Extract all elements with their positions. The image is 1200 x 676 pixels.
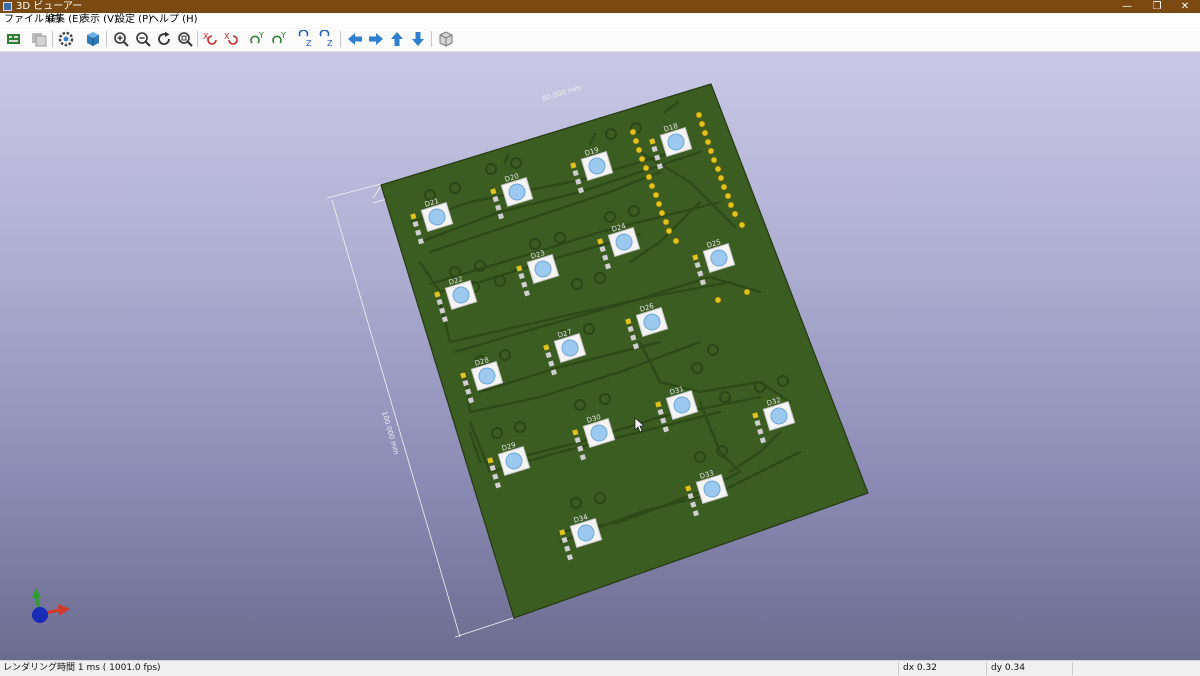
width-dimension-label: 80.000 mm — [541, 84, 582, 103]
rotate-x-ccw-button[interactable]: X — [222, 29, 242, 49]
toolbar-separator — [431, 31, 432, 47]
rotate-z-ccw-icon: Z — [319, 30, 333, 48]
rotate-y-cw-icon: Y — [250, 31, 264, 44]
rotate-y-cw-button[interactable]: Y — [248, 29, 268, 49]
move-left-button[interactable] — [345, 29, 365, 49]
status-bar: レンダリング時間 1 ms ( 1001.0 fps) dx 0.32 dy 0… — [0, 660, 1200, 676]
window-title: 3D ビューアー — [16, 1, 83, 12]
status-divider — [1072, 662, 1073, 675]
move-down-icon — [412, 32, 424, 46]
render-options-icon — [58, 31, 74, 47]
reload-board-icon — [7, 34, 20, 44]
menu-view[interactable]: 表示 (V) — [80, 13, 118, 27]
redraw-button[interactable] — [154, 29, 174, 49]
move-down-button[interactable] — [408, 29, 428, 49]
svg-text:Z: Z — [306, 39, 312, 48]
dx-readout: dx 0.32 — [903, 663, 937, 673]
menu-bar: ファイル (F) 編集 (E) 表示 (V) 設定 (P) ヘルプ (H) — [0, 13, 1200, 27]
status-divider — [898, 662, 899, 675]
zoom-out-button[interactable] — [133, 29, 153, 49]
menu-preferences[interactable]: 設定 (P) — [115, 13, 152, 27]
zoom-in-icon — [114, 32, 129, 47]
rotate-x-cw-button[interactable]: X — [201, 29, 221, 49]
toolbar-separator — [52, 31, 53, 47]
svg-text:X: X — [224, 32, 230, 41]
3d-box-button[interactable] — [83, 29, 103, 49]
rotate-z-ccw-button[interactable]: Z — [317, 29, 337, 49]
toolbar-separator — [340, 31, 341, 47]
restore-button[interactable]: ❐ — [1142, 0, 1172, 13]
menu-edit[interactable]: 編集 (E) — [45, 13, 82, 27]
copy-image-icon — [32, 33, 47, 47]
app-icon — [3, 2, 12, 11]
move-left-icon — [348, 33, 362, 45]
move-up-icon — [391, 32, 403, 46]
rotate-z-cw-icon: Z — [298, 30, 312, 48]
pcb-scene: 80.000 mm 100.000 mm D18D19D20D21D22D23D… — [32, 83, 869, 638]
copy-image-button[interactable] — [29, 29, 49, 49]
reload-board-button[interactable] — [4, 29, 24, 49]
orthographic-icon — [439, 31, 453, 47]
minimize-button[interactable]: — — [1112, 0, 1142, 13]
close-button[interactable]: ✕ — [1170, 0, 1200, 13]
3d-box-icon — [87, 32, 99, 46]
svg-text:Z: Z — [327, 39, 333, 48]
rotate-x-ccw-icon: X — [224, 32, 238, 45]
3d-viewport[interactable]: 80.000 mm 100.000 mm D18 D19 D20 D21 D22… — [0, 52, 1200, 660]
rotate-x-cw-icon: X — [203, 32, 217, 45]
status-divider — [986, 662, 987, 675]
move-right-icon — [369, 33, 383, 45]
rotate-y-ccw-icon: Y — [272, 31, 286, 44]
toolbar-separator — [197, 31, 198, 47]
redraw-icon — [158, 31, 170, 45]
render-time-text: レンダリング時間 1 ms ( 1001.0 fps) — [3, 663, 161, 673]
axis-gizmo-icon — [32, 588, 70, 623]
menu-help[interactable]: ヘルプ (H) — [149, 13, 198, 27]
height-dimension-label: 100.000 mm — [380, 410, 400, 455]
zoom-in-button[interactable] — [111, 29, 131, 49]
dy-readout: dy 0.34 — [991, 663, 1025, 673]
move-right-button[interactable] — [366, 29, 386, 49]
rotate-y-ccw-button[interactable]: Y — [270, 29, 290, 49]
title-bar: 3D ビューアー — ❐ ✕ — [0, 0, 1200, 13]
move-up-button[interactable] — [387, 29, 407, 49]
zoom-fit-button[interactable] — [175, 29, 195, 49]
zoom-out-icon — [136, 32, 151, 47]
zoom-fit-icon — [178, 32, 193, 47]
render-options-button[interactable] — [56, 29, 76, 49]
rotate-z-cw-button[interactable]: Z — [296, 29, 316, 49]
toolbar: X X Y Y Z Z — [0, 27, 1200, 52]
orthographic-button[interactable] — [436, 29, 456, 49]
toolbar-separator — [106, 31, 107, 47]
